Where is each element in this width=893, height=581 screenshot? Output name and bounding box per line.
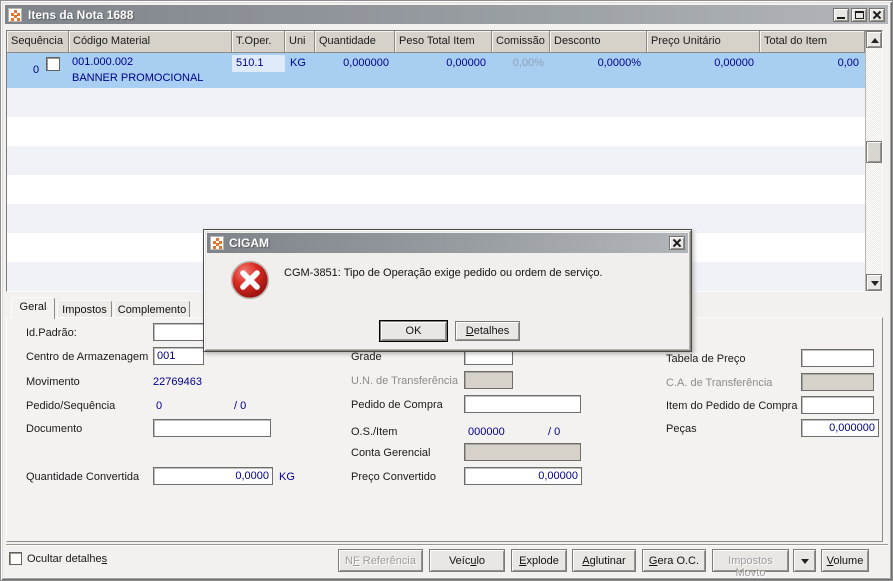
pedido-compra-input[interactable]	[464, 395, 581, 413]
tabela-preco-input[interactable]	[801, 349, 874, 367]
tab-geral[interactable]: Geral	[11, 297, 55, 319]
row-codigo-material: 001.000.002	[72, 56, 134, 68]
row-desconto: 0,0000%	[597, 57, 641, 69]
scroll-down-button[interactable]	[866, 274, 882, 291]
conta-gerencial-input	[464, 443, 581, 461]
gera-oc-button[interactable]: Gera O.C.	[642, 549, 706, 572]
impostos-movto-button: Impostos Movto	[712, 549, 789, 579]
tab-complemento[interactable]: Complemento	[114, 300, 190, 318]
column-header-desconto[interactable]: Desconto	[550, 31, 647, 53]
column-header-quantidade[interactable]: Quantidade	[315, 31, 395, 53]
error-message: CGM-3851: Tipo de Operação exige pedido …	[284, 267, 603, 279]
aglutinar-button[interactable]: Aglutinar	[572, 549, 636, 572]
veiculo-button[interactable]: Veículo	[429, 549, 505, 572]
column-header-comissao[interactable]: Comissão	[492, 31, 550, 53]
item-pedido-compra-label: Item do Pedido de Compra	[666, 400, 798, 412]
column-header-peso-total-item[interactable]: Peso Total Item	[395, 31, 492, 53]
un-transferencia-label: U.N. de Transferência	[351, 375, 458, 387]
pedido-sequencia-value: 0	[156, 400, 163, 412]
window-titlebar[interactable]: Itens da Nota 1688	[5, 5, 888, 24]
row-checkbox[interactable]	[46, 57, 60, 71]
minimize-icon	[837, 16, 845, 19]
conta-gerencial-label: Conta Gerencial	[351, 447, 431, 459]
centro-armazenagem-label: Centro de Armazenagem	[26, 351, 149, 363]
row-comissao: 0,00%	[512, 57, 544, 69]
pecas-input[interactable]	[801, 419, 879, 437]
column-header-codigo-material[interactable]: Código Material	[69, 31, 232, 53]
os-item-value: 000000	[468, 426, 505, 438]
dialog-titlebar[interactable]: CIGAM	[207, 233, 688, 253]
minimize-button[interactable]	[833, 7, 849, 22]
quantidade-convertida-label: Quantidade Convertida	[26, 471, 140, 483]
movimento-value: 22769463	[153, 376, 202, 388]
row-peso-total-item: 0,00000	[446, 57, 486, 69]
tab-impostos[interactable]: Impostos	[57, 300, 112, 318]
ocultar-detalhes-label[interactable]: Ocultar detalhes	[27, 553, 107, 565]
os-item-label: O.S./Item	[351, 426, 398, 438]
quantidade-convertida-input[interactable]	[153, 467, 273, 485]
grid-row-selected[interactable]: 0 001.000.002 BANNER PROMOCIONAL 510.1 K…	[7, 53, 865, 88]
grid-vertical-scrollbar[interactable]	[865, 31, 882, 291]
id-padrao-label: Id.Padrão:	[26, 327, 77, 339]
error-icon	[230, 260, 270, 300]
explode-button[interactable]: Explode	[511, 549, 567, 572]
column-header-t-oper[interactable]: T.Oper.	[232, 31, 285, 53]
pedido-compra-label: Pedido de Compra	[351, 399, 443, 411]
tabela-preco-label: Tabela de Preço	[666, 353, 746, 365]
row-preco-unitario: 0,00000	[714, 57, 754, 69]
documento-label: Documento	[26, 423, 83, 435]
pedido-sequencia-label: Pedido/Sequência	[26, 400, 116, 412]
error-dialog: CIGAM CGM-3851: Tipo de Operação exige p…	[203, 229, 692, 352]
ocultar-detalhes-checkbox[interactable]	[9, 552, 22, 565]
maximize-button[interactable]	[851, 7, 867, 22]
row-uni: KG	[290, 57, 306, 69]
centro-armazenagem-input[interactable]	[153, 347, 204, 365]
maximize-icon	[855, 10, 864, 19]
row-sequencia: 0	[33, 64, 40, 76]
scrollbar-thumb[interactable]	[866, 141, 882, 163]
nf-referencia-button: NF Referência	[338, 549, 423, 572]
column-header-total-do-item[interactable]: Total do Item	[760, 31, 865, 53]
dialog-close-button[interactable]	[669, 236, 685, 250]
footer-separator	[6, 544, 888, 546]
pedido-sequencia-value2: / 0	[234, 400, 247, 412]
arrow-up-icon	[871, 38, 879, 43]
row-descricao: BANNER PROMOCIONAL	[72, 72, 204, 84]
os-item-value2: / 0	[548, 426, 561, 438]
column-header-preco-unitario[interactable]: Preço Unitário	[647, 31, 760, 53]
column-header-sequencia[interactable]: Sequência	[7, 31, 69, 53]
grade-label: Grade	[351, 351, 382, 363]
scroll-up-button[interactable]	[866, 31, 882, 48]
preco-convertido-label: Preço Convertido	[351, 471, 436, 483]
row-t-oper-cell[interactable]: 510.1	[232, 55, 285, 72]
item-pedido-compra-input[interactable]	[801, 396, 874, 414]
dropdown-arrow-icon	[800, 558, 809, 564]
documento-input[interactable]	[153, 419, 271, 437]
pecas-label: Peças	[666, 423, 697, 435]
preco-convertido-input[interactable]	[464, 467, 582, 485]
close-button[interactable]	[869, 7, 885, 22]
dialog-title: CIGAM	[229, 236, 269, 250]
cigam-app-icon	[8, 7, 22, 22]
dialog-cigam-icon	[210, 236, 224, 250]
movimento-label: Movimento	[26, 376, 80, 388]
ok-button[interactable]: OK	[380, 321, 447, 341]
column-header-uni[interactable]: Uni	[285, 31, 315, 53]
impostos-movto-dropdown-button[interactable]	[793, 549, 816, 572]
grid-header: Sequência Código Material T.Oper. Uni Qu…	[7, 31, 865, 53]
window-title: Itens da Nota 1688	[28, 7, 134, 22]
ca-transferencia-input	[801, 373, 874, 391]
detalhes-button[interactable]: Detalhes	[455, 321, 520, 341]
row-total-do-item: 0,00	[837, 57, 859, 69]
arrow-down-icon	[871, 281, 879, 286]
itens-da-nota-window: Itens da Nota 1688 Sequência Código Mate…	[0, 0, 893, 581]
ca-transferencia-label: C.A. de Transferência	[666, 377, 773, 389]
volume-button[interactable]: Volume	[821, 549, 869, 572]
row-quantidade: 0,000000	[343, 57, 389, 69]
un-transferencia-input	[464, 371, 513, 389]
quantidade-convertida-unit: KG	[279, 471, 295, 483]
